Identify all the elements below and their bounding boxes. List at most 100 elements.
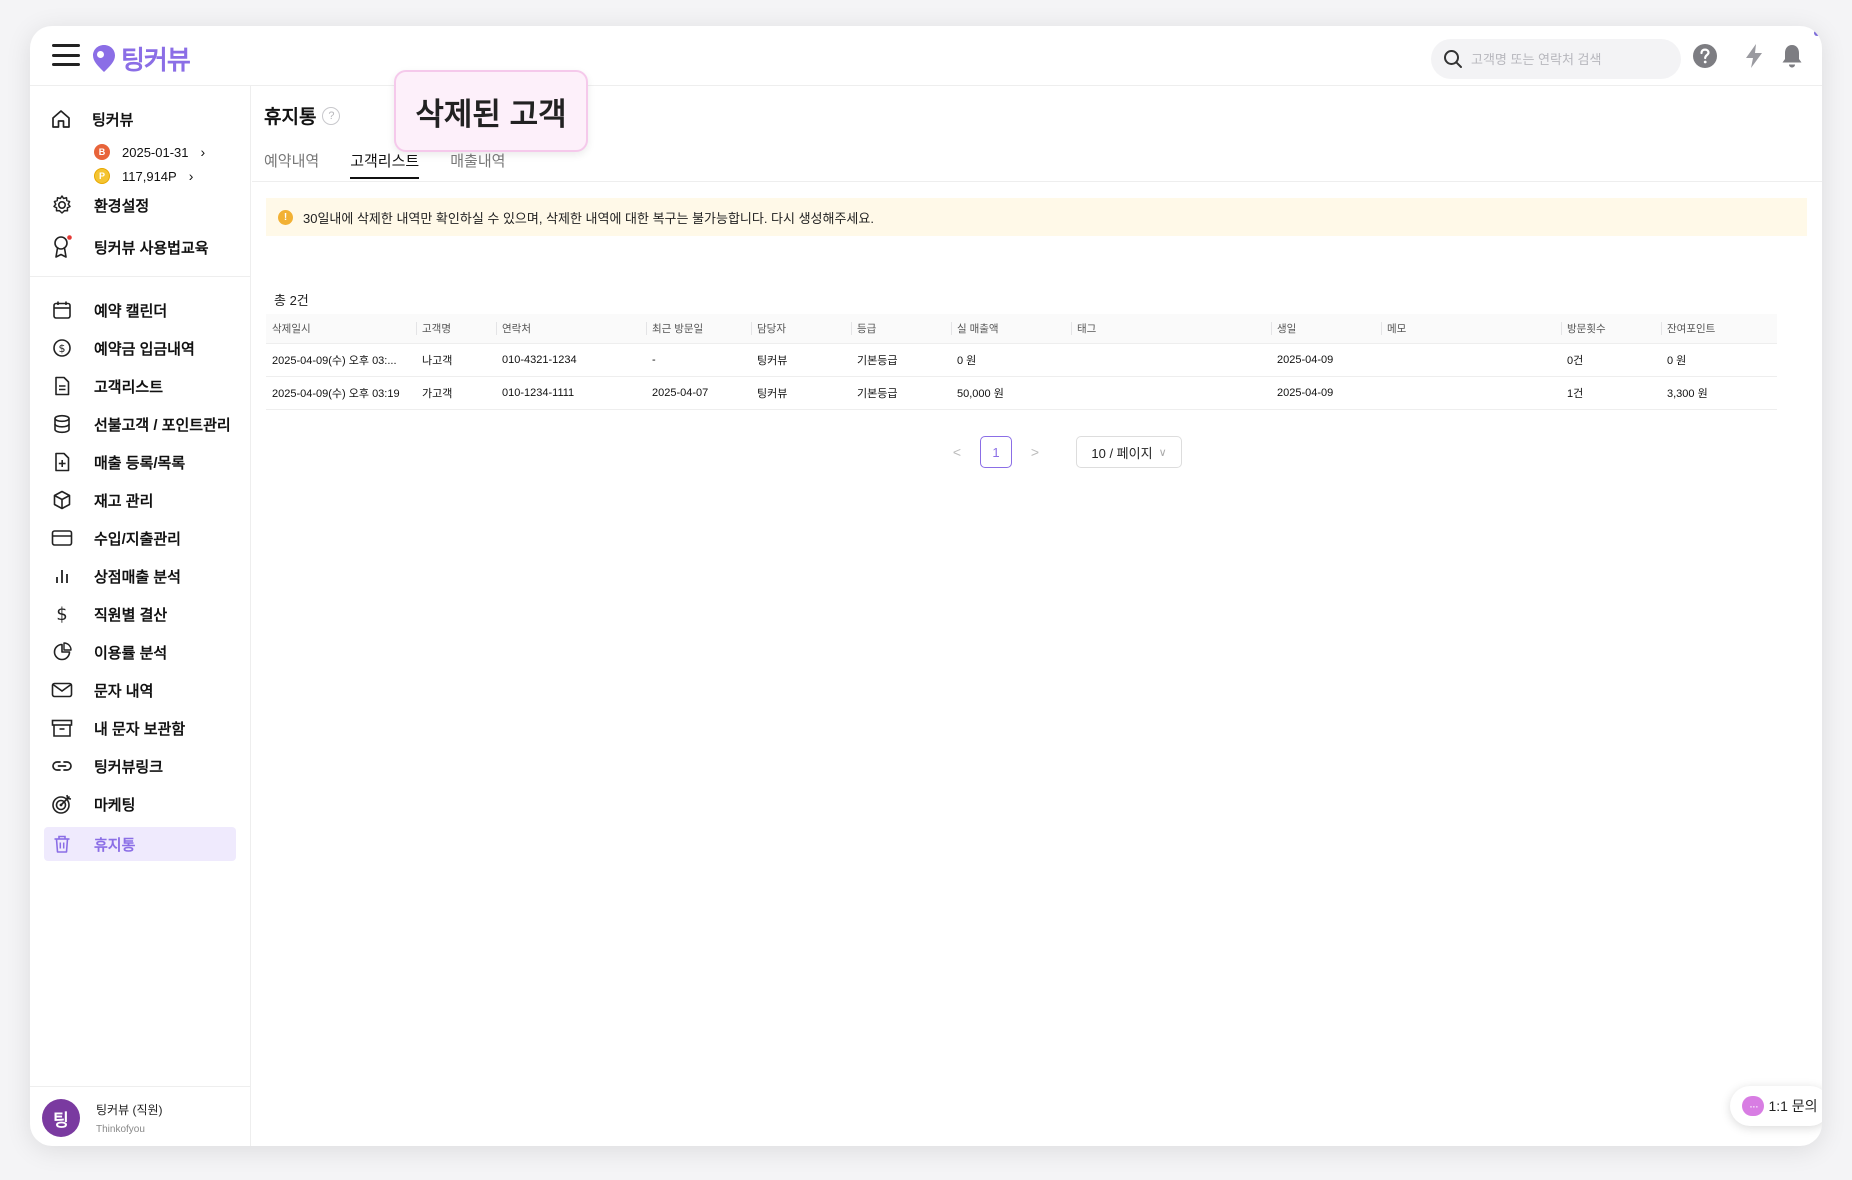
deleted-customers-table: 삭제일시 고객명 연락처 최근 방문일 담당자 등급 실 매출액 태그 생일 메… bbox=[266, 314, 1777, 410]
col-header[interactable]: 메모 bbox=[1381, 314, 1561, 344]
award-ribbon-icon bbox=[50, 235, 74, 259]
next-page-button[interactable]: > bbox=[1020, 444, 1050, 460]
page-size-label: 10 / 페이지 bbox=[1091, 445, 1153, 461]
sidebar-item-staff-settlement[interactable]: $ 직원별 결산 bbox=[44, 597, 236, 631]
sidebar-item-prepaid-points[interactable]: 선불고객 / 포인트관리 bbox=[44, 407, 236, 441]
sidebar-item-label: 문자 내역 bbox=[94, 682, 154, 700]
dollar-circle-icon: $ bbox=[50, 336, 74, 360]
sidebar-item-utilization-analysis[interactable]: 이용률 분석 bbox=[44, 635, 236, 669]
page-title-row: 휴지통 ? 삭제된 고객 bbox=[264, 70, 588, 152]
user-store: Thinkofyou bbox=[96, 1124, 145, 1135]
tab-customer-list[interactable]: 고객리스트 bbox=[350, 150, 420, 179]
hamburger-menu-icon[interactable] bbox=[52, 44, 80, 66]
help-circle-icon[interactable] bbox=[1691, 42, 1719, 70]
sidebar-item-settings[interactable]: 환경설정 bbox=[44, 188, 236, 222]
sidebar-item-inventory[interactable]: 재고 관리 bbox=[44, 483, 236, 517]
cell-phone: 010-4321-1234 bbox=[496, 343, 646, 377]
svg-text:$: $ bbox=[56, 604, 67, 624]
dollar-icon: $ bbox=[50, 602, 74, 626]
tab-reservations[interactable]: 예약내역 bbox=[264, 150, 319, 179]
logo[interactable]: 팅커뷰 bbox=[92, 40, 191, 77]
table-row[interactable]: 2025-04-09(수) 오후 03:19 가고객 010-1234-1111… bbox=[266, 376, 1777, 410]
sidebar-item-sms-archive[interactable]: 내 문자 보관함 bbox=[44, 711, 236, 745]
cell-memo bbox=[1381, 376, 1561, 410]
sidebar-item-sales-register[interactable]: 매출 등록/목록 bbox=[44, 445, 236, 479]
cell-sales: 50,000 원 bbox=[951, 376, 1071, 410]
prev-page-button[interactable]: < bbox=[942, 444, 972, 460]
sidebar-item-label: 팅커뷰 사용법교육 bbox=[94, 239, 209, 257]
page-title: 휴지통 bbox=[264, 107, 317, 128]
archive-icon bbox=[50, 716, 74, 740]
tab-sales[interactable]: 매출내역 bbox=[450, 150, 505, 179]
points-row[interactable]: P 117,914P › bbox=[94, 168, 193, 184]
help-question-icon[interactable]: ? bbox=[322, 106, 341, 125]
pie-chart-icon bbox=[50, 640, 74, 664]
chevron-right-icon: › bbox=[188, 168, 194, 184]
col-header[interactable]: 삭제일시 bbox=[266, 314, 416, 344]
search-icon bbox=[1444, 50, 1462, 68]
col-header[interactable]: 연락처 bbox=[496, 314, 646, 344]
bell-icon[interactable] bbox=[1778, 42, 1806, 70]
sidebar-item-label: 이용률 분석 bbox=[94, 644, 168, 662]
trash-icon bbox=[50, 832, 74, 856]
search-box[interactable] bbox=[1431, 39, 1681, 79]
sidebar-item-tinkerview-link[interactable]: 팅커뷰링크 bbox=[44, 749, 236, 783]
sidebar-item-marketing[interactable]: 마케팅 bbox=[44, 787, 236, 821]
col-header[interactable]: 잔여포인트 bbox=[1661, 314, 1777, 344]
page-size-select[interactable]: 10 / 페이지 ∨ bbox=[1076, 436, 1182, 468]
points-coin-icon: P bbox=[94, 168, 110, 184]
col-header[interactable]: 태그 bbox=[1071, 314, 1271, 344]
points-value: 117,914P bbox=[122, 168, 177, 184]
sidebar-item-home[interactable]: 팅커뷰 bbox=[50, 108, 133, 130]
col-header[interactable]: 담당자 bbox=[751, 314, 851, 344]
cell-sales: 0 원 bbox=[951, 343, 1071, 377]
user-name: 팅커뷰 (직원) bbox=[96, 1103, 163, 1117]
target-icon bbox=[50, 792, 74, 816]
sidebar-item-label: 고객리스트 bbox=[94, 378, 164, 396]
cell-visits: 1건 bbox=[1561, 376, 1661, 410]
cell-points: 3,300 원 bbox=[1661, 376, 1777, 410]
sidebar-item-label: 내 문자 보관함 bbox=[94, 720, 186, 738]
table-row[interactable]: 2025-04-09(수) 오후 03:... 나고객 010-4321-123… bbox=[266, 343, 1777, 377]
sidebar-item-label: 마케팅 bbox=[94, 796, 136, 814]
lightning-icon[interactable] bbox=[1740, 42, 1768, 70]
expire-date: 2025-01-31 bbox=[122, 144, 189, 160]
cell-name: 나고객 bbox=[416, 343, 496, 377]
annotation-bubble: 삭제된 고객 bbox=[394, 70, 588, 152]
database-icon bbox=[50, 412, 74, 436]
cell-grade: 기본등급 bbox=[851, 343, 951, 377]
sidebar-item-income-expense[interactable]: 수입/지출관리 bbox=[44, 521, 236, 555]
sidebar-item-reservation-calendar[interactable]: 예약 캘린더 bbox=[44, 293, 236, 327]
page-number-button[interactable]: 1 bbox=[980, 436, 1012, 468]
sidebar-item-store-sales-analysis[interactable]: 상점매출 분석 bbox=[44, 559, 236, 593]
expire-date-row[interactable]: B 2025-01-31 › bbox=[94, 144, 205, 160]
col-header[interactable]: 고객명 bbox=[416, 314, 496, 344]
sidebar-item-customer-list[interactable]: 고객리스트 bbox=[44, 369, 236, 403]
search-input[interactable] bbox=[1471, 51, 1661, 67]
cell-staff: 팅커뷰 bbox=[751, 376, 851, 410]
cell-birthday: 2025-04-09 bbox=[1271, 343, 1381, 377]
col-header[interactable]: 등급 bbox=[851, 314, 951, 344]
cell-last-visit: 2025-04-07 bbox=[646, 376, 751, 410]
col-header[interactable]: 최근 방문일 bbox=[646, 314, 751, 344]
sidebar-item-label: 예약 캘린더 bbox=[94, 302, 168, 320]
home-icon bbox=[52, 110, 70, 128]
user-profile[interactable]: 팅 팅커뷰 (직원) Thinkofyou bbox=[42, 1099, 163, 1137]
col-header[interactable]: 생일 bbox=[1271, 314, 1381, 344]
alert-text: 30일내에 삭제한 내역만 확인하실 수 있으며, 삭제한 내역에 대한 복구는… bbox=[303, 210, 874, 226]
pagination: < 1 > 10 / 페이지 ∨ bbox=[942, 436, 1182, 468]
cell-deleted-at: 2025-04-09(수) 오후 03:19 bbox=[266, 376, 416, 410]
inquiry-button[interactable]: ··· 1:1 문의 bbox=[1730, 1086, 1822, 1126]
logo-text: 팅커뷰 bbox=[121, 45, 191, 75]
app-window: 팅커뷰 고객명 또는 연락처 검색 팅커뷰 B 2025-01-31 › P 1… bbox=[30, 26, 1822, 1146]
calendar-icon bbox=[50, 298, 74, 322]
col-header[interactable]: 실 매출액 bbox=[951, 314, 1071, 344]
sidebar-item-trash[interactable]: 휴지통 bbox=[44, 827, 236, 861]
cell-last-visit: - bbox=[646, 343, 751, 377]
sidebar-item-education[interactable]: 팅커뷰 사용법교육 bbox=[44, 230, 236, 264]
sidebar-item-sms-history[interactable]: 문자 내역 bbox=[44, 673, 236, 707]
mail-icon bbox=[50, 678, 74, 702]
sidebar-item-deposit-history[interactable]: $ 예약금 입금내역 bbox=[44, 331, 236, 365]
link-icon bbox=[50, 754, 74, 778]
col-header[interactable]: 방문횟수 bbox=[1561, 314, 1661, 344]
